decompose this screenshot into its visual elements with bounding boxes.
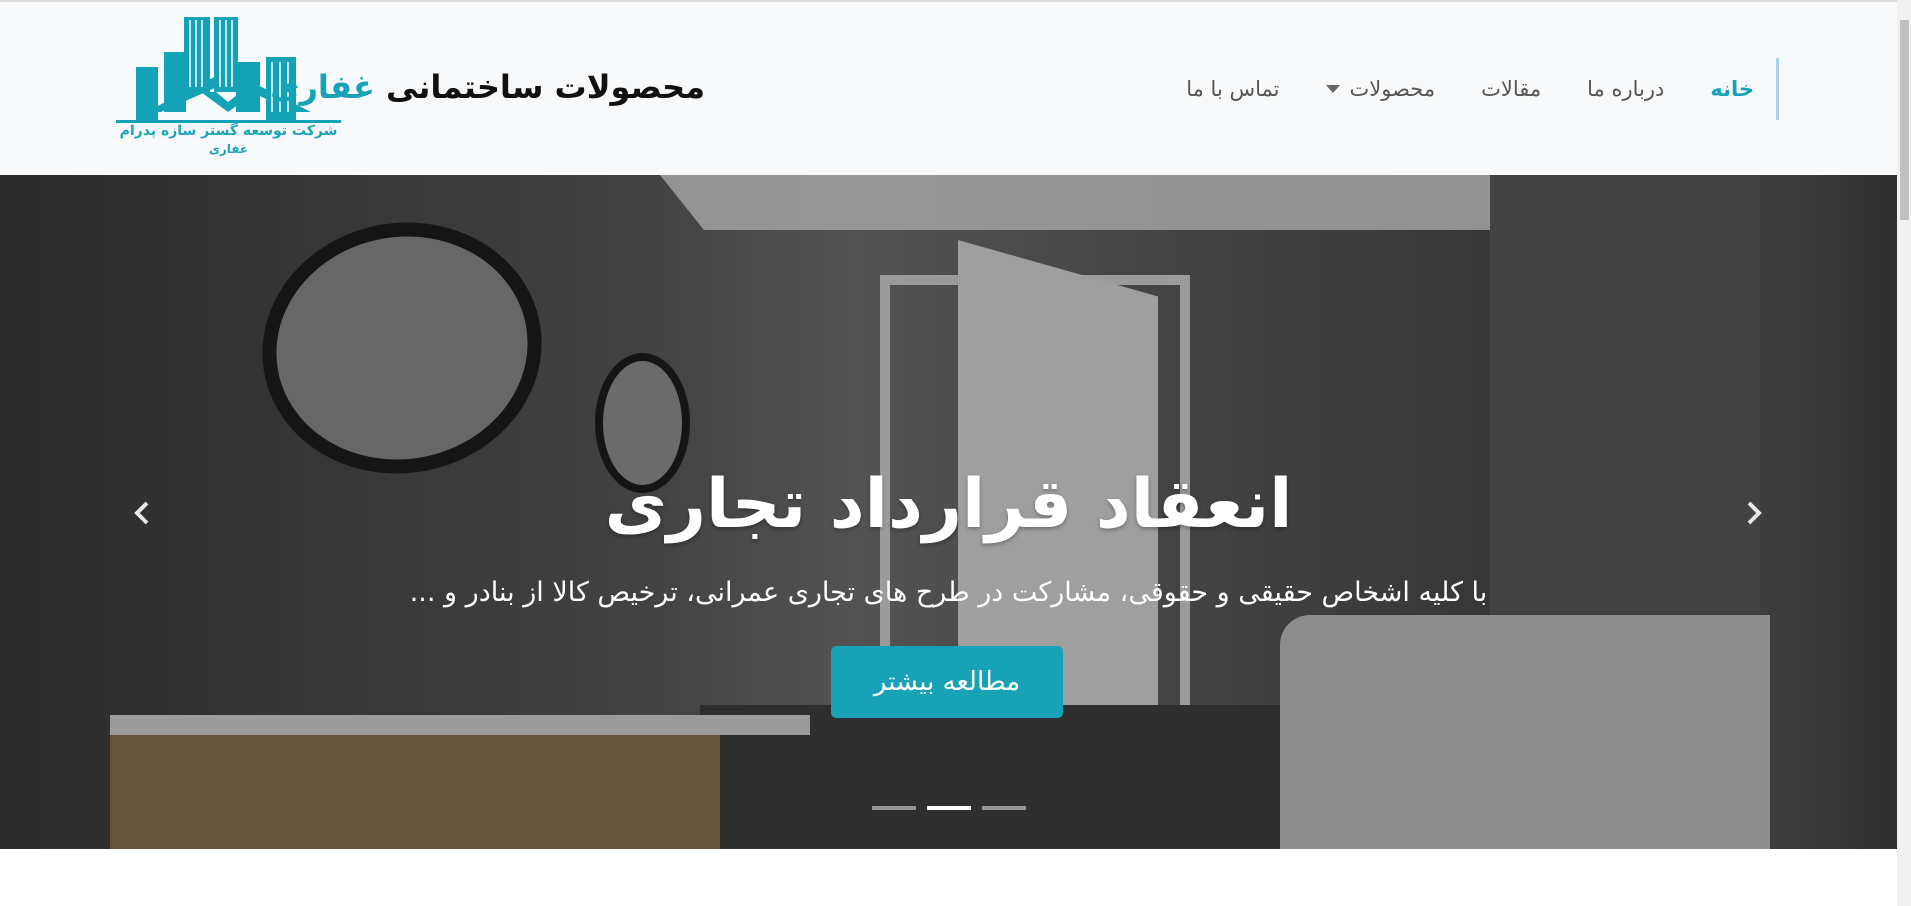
logo-tagline: شرکت توسعه گستر سازه پدرام غفاری: [116, 122, 341, 158]
main-nav: خانه درباره ما مقالات محصولات تماس با ما: [1140, 57, 1779, 121]
carousel-indicator-1[interactable]: [872, 806, 916, 810]
brand-title[interactable]: محصولات ساختمانی غفاری: [270, 68, 705, 106]
nav-contact-label: تماس با ما: [1186, 77, 1280, 101]
nav-articles-label: مقالات: [1481, 77, 1542, 101]
carousel-indicator-2[interactable]: [927, 806, 971, 810]
scrollbar-thumb[interactable]: [1900, 20, 1909, 220]
nav-about[interactable]: درباره ما: [1587, 77, 1664, 101]
hero-title: انعقاد قرارداد تجاری: [604, 465, 1293, 544]
page-scrollbar[interactable]: [1897, 0, 1911, 906]
brand-text: محصولات ساختمانی: [385, 68, 705, 106]
navbar: شرکت توسعه گستر سازه پدرام غفاری محصولات…: [0, 2, 1897, 175]
nav-products-dropdown[interactable]: محصولات: [1325, 77, 1436, 101]
nav-home-label: خانه: [1710, 77, 1754, 101]
nav-articles[interactable]: مقالات: [1481, 77, 1541, 101]
nav-contact[interactable]: تماس با ما: [1186, 77, 1279, 101]
caret-down-icon: [1325, 85, 1340, 93]
hero-carousel: انعقاد قرارداد تجاری با کلیه اشخاص حقیقی…: [0, 175, 1897, 849]
hero-subtitle: با کلیه اشخاص حقیقی و حقوقی، مشارکت در ط…: [409, 577, 1488, 608]
brand-highlight: غفاری: [270, 68, 375, 106]
nav-separator: [1776, 58, 1779, 120]
logo-tagline-line1: شرکت توسعه گستر سازه پدرام: [119, 123, 338, 139]
nav-products-label: محصولات: [1349, 77, 1436, 101]
carousel-indicator-3[interactable]: [982, 806, 1026, 810]
nav-about-label: درباره ما: [1587, 77, 1665, 101]
carousel-indicators: [872, 806, 1026, 810]
logo-tagline-line2: غفاری: [208, 142, 249, 156]
nav-home[interactable]: خانه: [1710, 77, 1754, 101]
read-more-button[interactable]: مطالعه بیشتر: [831, 646, 1063, 718]
